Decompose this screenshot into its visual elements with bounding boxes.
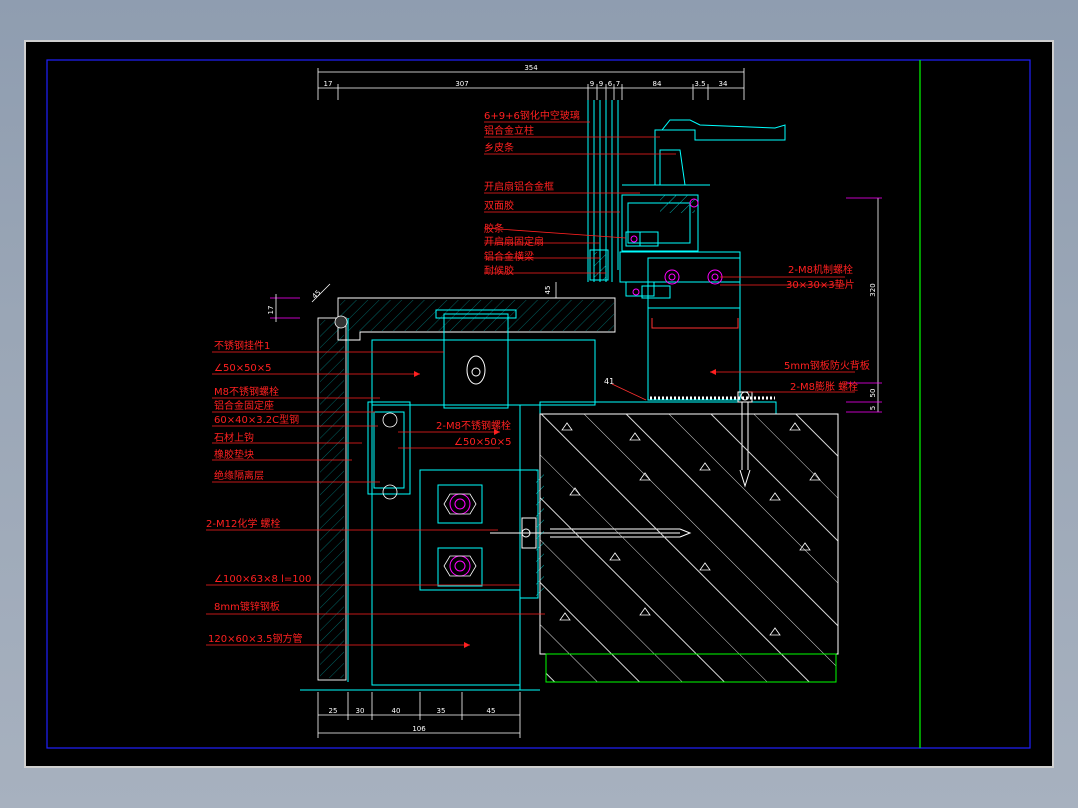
label-c-steel: 60×40×3.2C型钢 <box>214 413 299 426</box>
dim-top-1: 17 <box>324 80 333 88</box>
cad-drawing: 354 17 307 9 9 6 7 84 3.5 34 320 50 5 17… <box>46 59 1031 749</box>
label-fire-plate: 5mm钢板防火背板 <box>784 359 870 372</box>
label-expansion-bolt: 2-M8膨胀 螺栓 <box>790 380 858 393</box>
top-dimensions <box>317 68 745 100</box>
label-fixed-sash: 开启扇固定扇 <box>484 235 544 248</box>
label-center-bolt: 2-M8不锈钢螺栓 <box>436 419 511 432</box>
label-m8-bolt: M8不锈钢螺栓 <box>214 385 279 398</box>
slot-bolt <box>466 355 486 385</box>
dim-bottom-5: 45 <box>487 707 496 715</box>
label-hanger: 不锈钢挂件1 <box>214 339 270 352</box>
dim-right-1: 320 <box>869 283 877 296</box>
slab-bottom-plate <box>545 653 837 683</box>
right-labels: 2-M8机制螺栓 30×30×3垫片 5mm钢板防火背板 2-M8膨胀 螺栓 <box>784 263 870 393</box>
glass-hatch <box>594 195 695 280</box>
label-sealant: 耐候胶 <box>484 264 514 277</box>
label-mullion: 铝合金立柱 <box>484 124 534 137</box>
label-stone-hook: 石材上钩 <box>214 431 254 444</box>
anchor-bolts-lower <box>449 493 471 577</box>
mullion-bolts <box>630 198 723 296</box>
dim-bottom-1: 25 <box>329 707 338 715</box>
label-double-tape: 双面胶 <box>484 199 514 212</box>
label-center-angle: ∠50×50×5 <box>454 437 512 448</box>
dim-right-3: 5 <box>869 406 877 410</box>
dim-angle: 45 <box>311 289 323 301</box>
transom-plate <box>651 318 739 329</box>
label-shim: 30×30×3垫片 <box>786 278 855 291</box>
stone-top-hatch <box>340 300 614 331</box>
dim-bottom-3: 40 <box>392 707 401 715</box>
dim-top-2: 307 <box>455 80 468 88</box>
label-galv-plate: 8mm镀锌钢板 <box>214 600 280 613</box>
glass-assembly <box>587 100 786 401</box>
dim-bottom-4: 35 <box>437 707 446 715</box>
right-dimensions <box>846 197 882 413</box>
bottom-dim-labels: 106 25 30 40 35 45 <box>329 707 496 733</box>
label-chemical-bolt: 2-M12化学 螺栓 <box>206 517 281 530</box>
label-sash-frame: 开启扇铝合金框 <box>484 180 554 193</box>
left-small-dim <box>270 283 331 322</box>
dim-total-bottom: 106 <box>412 725 426 733</box>
label-gasket: 胶条 <box>484 222 504 235</box>
label-insulation: 绝缘隔离层 <box>214 469 264 482</box>
label-rubber-pad: 橡胶垫块 <box>214 448 254 461</box>
dim-right-2: 50 <box>869 389 877 398</box>
dim-left-small: 17 <box>267 306 275 315</box>
dim-gap: 45 <box>544 286 552 295</box>
right-dim-labels: 320 50 5 <box>869 283 877 410</box>
label-weather-strip: 乡皮条 <box>484 141 514 154</box>
inner-border <box>46 59 1031 749</box>
label-transom: 铝合金横梁 <box>484 250 534 263</box>
dim-top-4: 9 <box>599 80 603 88</box>
label-fixing-seat: 铝合金固定座 <box>214 399 274 412</box>
top-dim-labels: 354 17 307 9 9 6 7 84 3.5 34 <box>324 64 728 88</box>
concrete-slab <box>539 413 839 655</box>
dim-slope-line <box>611 383 647 401</box>
label-angle-50: ∠50×50×5 <box>214 363 272 374</box>
sealant-circle <box>334 315 348 329</box>
label-machine-bolt: 2-M8机制螺栓 <box>788 263 853 276</box>
lower-left-labels: 2-M12化学 螺栓 ∠100×63×8 l=100 8mm镀锌钢板 120×6… <box>206 517 311 645</box>
dim-top-8: 3.5 <box>694 80 705 88</box>
dim-top-6: 7 <box>616 80 620 88</box>
dim-top-5: 6 <box>608 80 613 88</box>
label-glass: 6+9+6钢化中空玻璃 <box>484 109 580 122</box>
label-steel-tube: 120×60×3.5钢方管 <box>208 632 302 645</box>
dim-top-7: 84 <box>653 80 662 88</box>
center-labels: 2-M8不锈钢螺栓 ∠50×50×5 <box>436 419 512 448</box>
label-angle-100: ∠100×63×8 l=100 <box>214 574 311 585</box>
dim-total-top: 354 <box>524 64 538 72</box>
dim-top-9: 34 <box>719 80 728 88</box>
dim-bottom-2: 30 <box>356 707 365 715</box>
dim-top-3: 9 <box>590 80 594 88</box>
left-labels: 不锈钢挂件1 ∠50×50×5 M8不锈钢螺栓 铝合金固定座 60×40×3.2… <box>214 339 299 482</box>
